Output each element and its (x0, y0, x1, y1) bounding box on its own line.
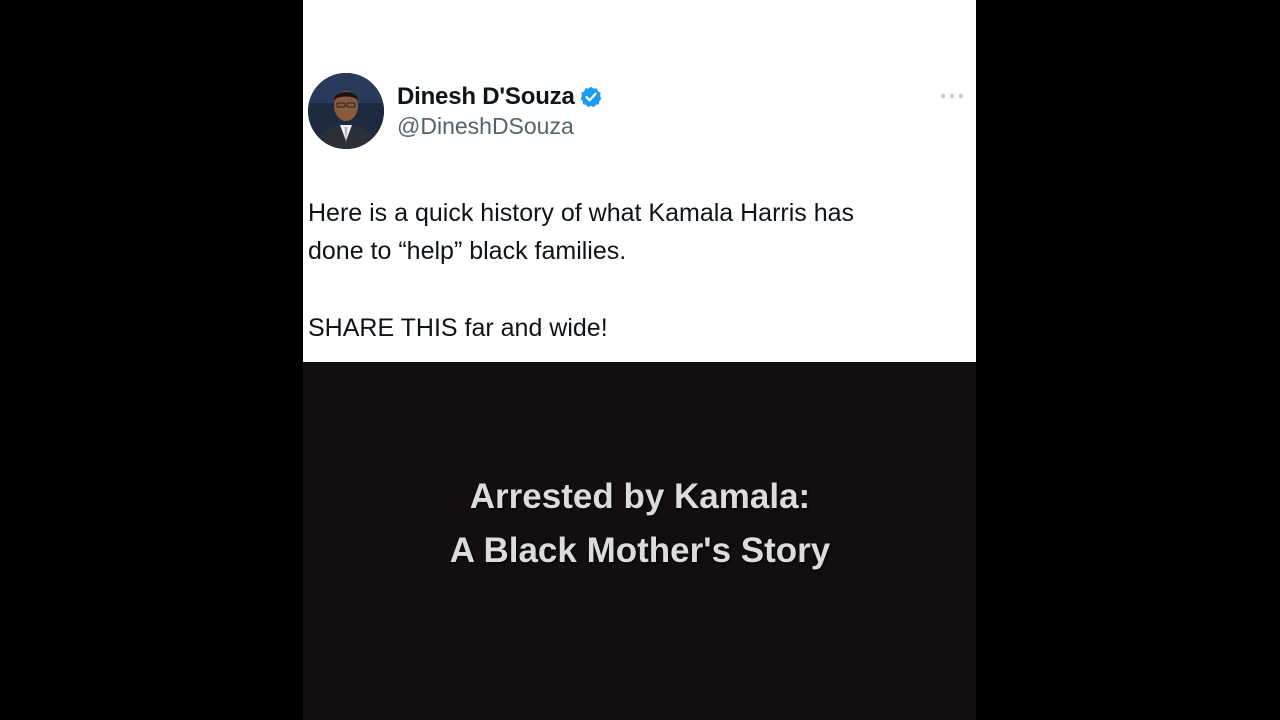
video-title-card: Arrested by Kamala: A Black Mother's Sto… (0, 470, 1280, 578)
tweet-text: Here is a quick history of what Kamala H… (308, 194, 963, 347)
more-horizontal-icon (940, 93, 964, 99)
author-name-row: Dinesh D'Souza (397, 80, 602, 114)
profile-photo-icon (308, 73, 384, 149)
more-options-button[interactable] (935, 86, 969, 106)
author-avatar[interactable] (308, 73, 384, 149)
tweet-text-line: SHARE THIS far and wide! (308, 314, 608, 342)
author-handle[interactable]: @DineshDSouza (397, 113, 574, 140)
video-title-line: A Black Mother's Story (449, 531, 831, 570)
verified-badge-icon (580, 86, 602, 108)
video-frame: Dinesh D'Souza @DineshDSouza Here is a q… (0, 0, 1280, 720)
tweet-card: Dinesh D'Souza @DineshDSouza Here is a q… (303, 0, 976, 362)
video-title-line: Arrested by Kamala: (469, 477, 811, 516)
tweet-text-line: done to “help” black families. (308, 237, 627, 265)
tweet-text-line: Here is a quick history of what Kamala H… (308, 199, 855, 227)
author-display-name[interactable]: Dinesh D'Souza (397, 83, 575, 111)
